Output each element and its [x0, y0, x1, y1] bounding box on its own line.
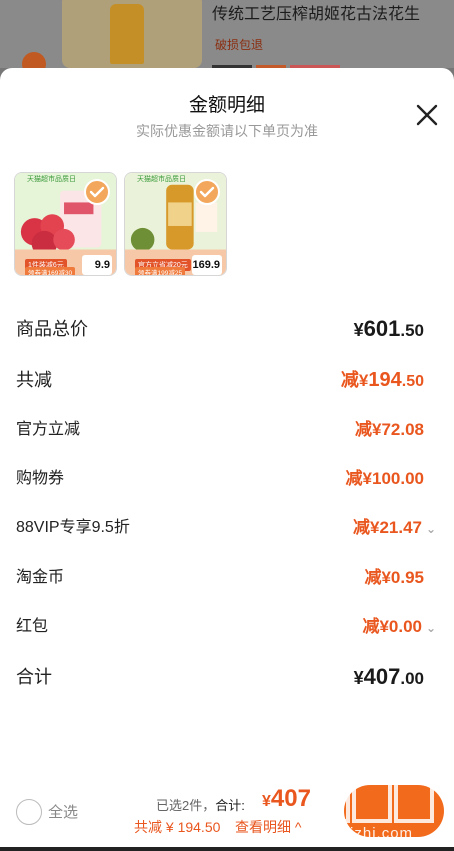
- view-detail-link[interactable]: 查看明细 ^: [235, 817, 301, 837]
- select-all-radio[interactable]: [16, 799, 42, 825]
- official-reduce-value: 减¥72.08: [355, 420, 424, 439]
- bg-product-thumbnail: [62, 0, 202, 68]
- row-red-packet[interactable]: 红包 减¥0.00 ⌄: [16, 612, 436, 642]
- total-price-label: 商品总价: [16, 319, 88, 339]
- row-vip-discount[interactable]: 88VIP专享9.5折 减¥21.47 ⌄: [16, 513, 436, 543]
- row-coupon: 购物券 减¥100.00: [16, 464, 424, 494]
- sum-value: ¥407.00: [353, 664, 424, 689]
- red-packet-label: 红包: [16, 618, 49, 635]
- bg-check-icon: [22, 52, 46, 68]
- red-packet-value: 减¥0.00 ⌄: [362, 612, 438, 643]
- sheet-title: 金额明细: [188, 95, 265, 116]
- close-icon[interactable]: [414, 102, 440, 128]
- product-price: 9.9: [82, 255, 112, 275]
- coupon-label: 购物券: [16, 470, 65, 487]
- product-price: 169.9: [192, 255, 222, 275]
- home-indicator: [0, 847, 454, 851]
- amount-detail-sheet: 金额明细 实际优惠金额请以下单页为准 天猫超市品质日 1件装减6元 领券满169…: [0, 68, 454, 851]
- select-all-label[interactable]: 全选: [48, 801, 78, 822]
- bg-product-sub: 破损包退: [215, 38, 264, 52]
- taojinbi-value: 减¥0.95: [364, 568, 424, 587]
- checkout-bar: 全选 已选2件，合计: ¥407 共减 ¥ 194.50 查看明细 ^ zhiz…: [0, 775, 454, 851]
- chevron-down-icon[interactable]: ⌄: [426, 613, 438, 643]
- oil-bottle-image: [110, 4, 144, 64]
- product-card-peanut-oil[interactable]: 天猫超市品质日 官方立省减20元 领券满199减25 169.9: [124, 172, 227, 276]
- total-price-value: ¥601.50: [353, 316, 424, 341]
- row-total-price: 商品总价 ¥601.50: [16, 314, 424, 344]
- chevron-down-icon[interactable]: ⌄: [426, 514, 438, 544]
- bg-product-title: 传统工艺压榨胡姬花古法花生: [212, 6, 421, 23]
- vip-discount-label: 88VIP专享9.5折: [16, 519, 130, 536]
- checkout-discount: 共减 ¥ 194.50: [134, 819, 221, 835]
- row-official-reduce: 官方立减 减¥72.08: [16, 415, 424, 445]
- row-taojinbi: 淘金币 减¥0.95: [16, 563, 424, 593]
- coupon-tag: 领券满199减25: [135, 267, 186, 275]
- selected-summary: 已选2件，合计:: [156, 798, 245, 813]
- checkout-total-price: ¥407: [262, 785, 311, 812]
- check-icon[interactable]: [84, 179, 110, 205]
- total-reduce-label: 共减: [16, 370, 52, 390]
- sheet-subtitle: 实际优惠金额请以下单页为准: [136, 123, 318, 139]
- official-reduce-label: 官方立减: [16, 421, 81, 438]
- row-total-reduce: 共减 减¥194.50: [16, 365, 424, 395]
- cart-background: 传统工艺压榨胡姬花古法花生 破损包退: [0, 0, 454, 68]
- taojinbi-label: 淘金币: [16, 569, 65, 586]
- coupon-tag: 领券满169减30: [25, 267, 76, 275]
- row-sum: 合计 ¥407.00: [16, 662, 424, 692]
- sum-label: 合计: [16, 667, 52, 687]
- check-icon[interactable]: [194, 179, 220, 205]
- product-card-strawberry[interactable]: 天猫超市品质日 1件装减6元 领券满169减30 9.9: [14, 172, 117, 276]
- vip-discount-value: 减¥21.47 ⌄: [353, 513, 438, 544]
- coupon-value: 减¥100.00: [345, 469, 424, 488]
- total-reduce-value: 减¥194.50: [340, 369, 424, 391]
- bg-product-tags: [212, 60, 352, 68]
- watermark-text: zhizhizhi.com: [310, 825, 414, 842]
